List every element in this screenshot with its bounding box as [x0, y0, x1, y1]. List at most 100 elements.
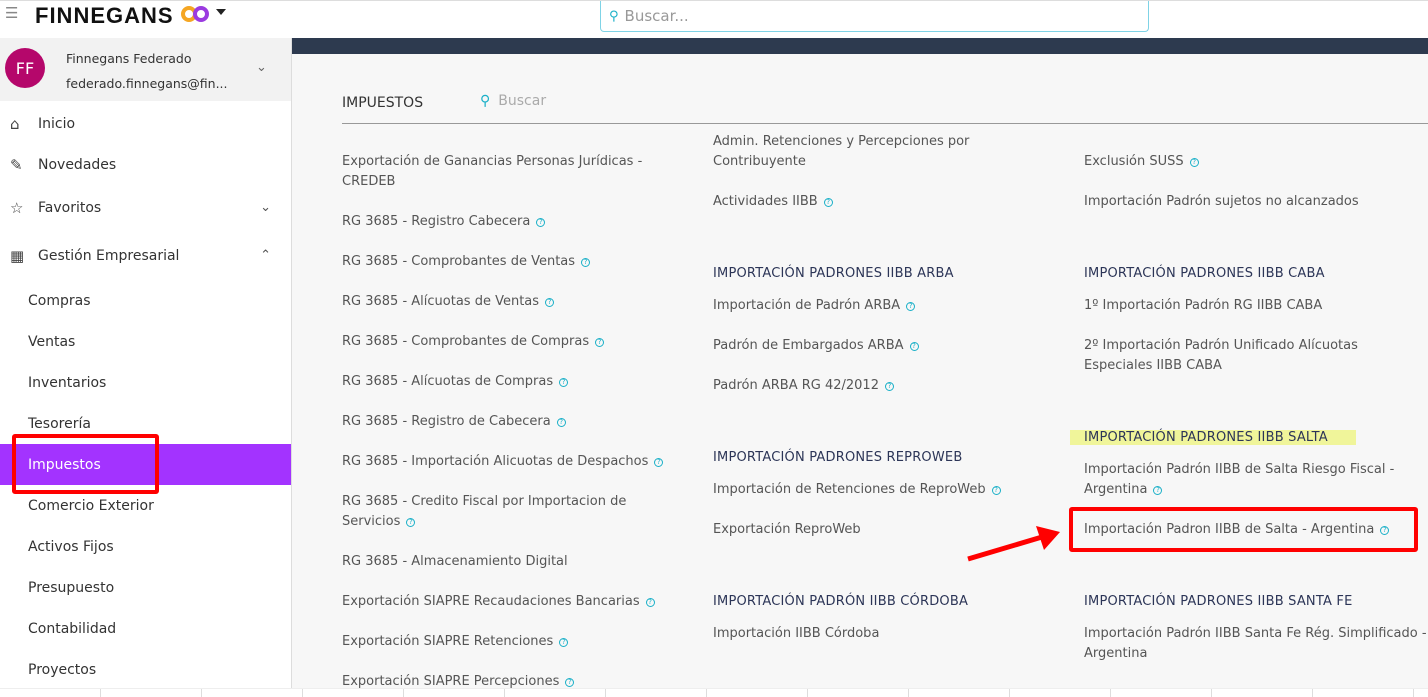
search-icon: ⚲	[480, 93, 491, 109]
list-item[interactable]: Padrón de Embargados ARBA?	[713, 336, 919, 356]
section-heading: IMPORTACIÓN PADRONES IIBB SANTA FE	[1084, 594, 1353, 609]
sidebar-sub-presupuesto[interactable]: Presupuesto	[0, 567, 291, 608]
list-item[interactable]: Exportación SIAPRE Recaudaciones Bancari…	[342, 592, 655, 612]
header-band	[292, 38, 1428, 54]
sidebar-item-inicio[interactable]: ⌂ Inicio	[0, 103, 291, 144]
list-item[interactable]: RG 3685 - Comprobantes de Ventas?	[342, 252, 591, 272]
help-icon[interactable]: ?	[556, 418, 566, 427]
help-icon[interactable]: ?	[559, 378, 569, 387]
item-label: RG 3685 - Comprobantes de Compras	[342, 334, 590, 349]
hamburger-menu-icon[interactable]: ☰	[5, 4, 18, 22]
brand-logo[interactable]: FINNEGANS	[35, 3, 174, 29]
search-icon: ⚲	[609, 8, 619, 24]
annotation-box-sidebar	[12, 434, 159, 494]
list-item[interactable]: 2º Importación Padrón Unificado Alícuota…	[1084, 336, 1404, 376]
building-icon: ▦	[10, 246, 25, 265]
module-search-input[interactable]: ⚲ Buscar	[480, 93, 546, 109]
section-heading: IMPORTACIÓN PADRONES IIBB ARBA	[713, 266, 954, 281]
item-label: Importación IIBB Córdoba	[713, 626, 880, 641]
list-item[interactable]: RG 3685 - Almacenamiento Digital	[342, 552, 568, 572]
list-item[interactable]: RG 3685 - Registro Cabecera?	[342, 212, 546, 232]
item-label: Padrón ARBA RG 42/2012	[713, 378, 879, 393]
chevron-up-icon[interactable]: ⌃	[260, 248, 271, 263]
chevron-down-icon[interactable]: ⌄	[256, 60, 267, 75]
item-label: RG 3685 - Comprobantes de Ventas	[342, 254, 576, 269]
sidebar-sub-proyectos[interactable]: Proyectos	[0, 649, 291, 690]
list-item[interactable]: Padrón ARBA RG 42/2012?	[713, 376, 894, 396]
help-icon[interactable]: ?	[645, 598, 655, 607]
list-item[interactable]: Exportación de Ganancias Personas Jurídi…	[342, 152, 662, 192]
sidebar-sub-ventas[interactable]: Ventas	[0, 321, 291, 362]
user-panel[interactable]: FF Finnegans Federado federado.finnegans…	[0, 38, 291, 101]
sidebar-item-favoritos[interactable]: ☆ Favoritos ⌄	[0, 187, 291, 228]
item-label: Actividades IIBB	[713, 194, 818, 209]
item-label: Importación de Padrón ARBA	[713, 298, 901, 313]
help-icon[interactable]: ?	[1189, 158, 1199, 167]
help-icon[interactable]: ?	[406, 518, 416, 527]
logo-infinity-icon	[181, 6, 209, 22]
item-label: RG 3685 - Alícuotas de Compras	[342, 374, 554, 389]
item-label: RG 3685 - Credito Fiscal por Importacion…	[342, 494, 627, 529]
label: Novedades	[38, 156, 117, 173]
help-icon[interactable]: ?	[906, 302, 916, 311]
list-item[interactable]: RG 3685 - Importación Alicuotas de Despa…	[342, 452, 664, 472]
help-icon[interactable]: ?	[536, 218, 546, 227]
help-icon[interactable]: ?	[991, 486, 1001, 495]
sidebar-item-gestion-empresarial[interactable]: ▦ Gestión Empresarial ⌃	[0, 235, 291, 276]
list-item[interactable]: RG 3685 - Credito Fiscal por Importacion…	[342, 492, 652, 532]
list-item[interactable]: 1º Importación Padrón RG IIBB CABA	[1084, 296, 1322, 316]
global-search-input[interactable]: ⚲ Buscar...	[600, 1, 1149, 32]
item-label: Importación Padrón IIBB Santa Fe Rég. Si…	[1084, 626, 1427, 661]
item-label: RG 3685 - Registro de Cabecera	[342, 414, 551, 429]
list-item[interactable]: Importación IIBB Córdoba	[713, 624, 879, 644]
help-icon[interactable]: ?	[884, 382, 894, 391]
help-icon[interactable]: ?	[823, 198, 833, 207]
item-label: Exportación SIAPRE Recaudaciones Bancari…	[342, 594, 640, 609]
list-item[interactable]: Importación de Padrón ARBA?	[713, 296, 916, 316]
help-icon[interactable]: ?	[565, 678, 575, 687]
avatar: FF	[5, 48, 45, 88]
help-icon[interactable]: ?	[545, 298, 555, 307]
chevron-down-icon[interactable]: ⌄	[260, 200, 271, 215]
sidebar-sub-compras[interactable]: Compras	[0, 280, 291, 321]
section-heading: IMPORTACIÓN PADRONES REPROWEB	[713, 450, 963, 465]
list-item[interactable]: Importación Padrón sujetos no alcanzados	[1084, 192, 1359, 212]
sidebar-sub-inventarios[interactable]: Inventarios	[0, 362, 291, 403]
sidebar-item-novedades[interactable]: ✎ Novedades	[0, 144, 291, 185]
list-item[interactable]: Exportación SIAPRE Percepciones?	[342, 672, 575, 688]
item-label: RG 3685 - Registro Cabecera	[342, 214, 531, 229]
item-label: RG 3685 - Importación Alicuotas de Despa…	[342, 454, 649, 469]
list-item[interactable]: Exportación ReproWeb	[713, 520, 861, 540]
help-icon[interactable]: ?	[909, 342, 919, 351]
search-placeholder: Buscar	[498, 93, 547, 109]
divider	[342, 123, 1428, 124]
list-item[interactable]: Actividades IIBB?	[713, 192, 833, 212]
label: Inicio	[38, 115, 76, 132]
list-item[interactable]: RG 3685 - Alícuotas de Compras?	[342, 372, 569, 392]
list-item[interactable]: Exclusión SUSS?	[1084, 152, 1199, 172]
list-item[interactable]: RG 3685 - Alícuotas de Ventas?	[342, 292, 555, 312]
list-item[interactable]: Importación Padrón IIBB de Salta Riesgo …	[1084, 460, 1414, 500]
help-icon[interactable]: ?	[1153, 486, 1163, 495]
star-icon: ☆	[10, 198, 24, 217]
item-label: Padrón de Embargados ARBA	[713, 338, 904, 353]
list-item[interactable]: Importación de Retenciones de ReproWeb?	[713, 480, 1001, 500]
sidebar-sub-contabilidad[interactable]: Contabilidad	[0, 608, 291, 649]
list-item[interactable]: Exportación SIAPRE Retenciones?	[342, 632, 569, 652]
item-label: Importación Padrón IIBB de Salta Riesgo …	[1084, 462, 1395, 497]
help-icon[interactable]: ?	[595, 338, 605, 347]
item-label: 2º Importación Padrón Unificado Alícuota…	[1084, 338, 1358, 373]
list-item[interactable]: RG 3685 - Registro de Cabecera?	[342, 412, 566, 432]
list-item[interactable]: Importación Padrón IIBB Santa Fe Rég. Si…	[1084, 624, 1428, 664]
list-item[interactable]: RG 3685 - Comprobantes de Compras?	[342, 332, 605, 352]
help-icon[interactable]: ?	[559, 638, 569, 647]
help-icon[interactable]: ?	[581, 258, 591, 267]
section-heading: IMPORTACIÓN PADRONES IIBB CABA	[1084, 266, 1325, 281]
item-label: Importación Padrón sujetos no alcanzados	[1084, 194, 1359, 209]
home-icon: ⌂	[10, 114, 20, 133]
sidebar-sub-activos-fijos[interactable]: Activos Fijos	[0, 526, 291, 567]
menu-list: Exportación de Ganancias Personas Jurídi…	[292, 125, 1428, 688]
help-icon[interactable]: ?	[654, 458, 664, 467]
brand-dropdown-icon[interactable]	[216, 9, 226, 15]
list-item[interactable]: Admin. Retenciones y Percepciones por Co…	[713, 132, 1003, 172]
